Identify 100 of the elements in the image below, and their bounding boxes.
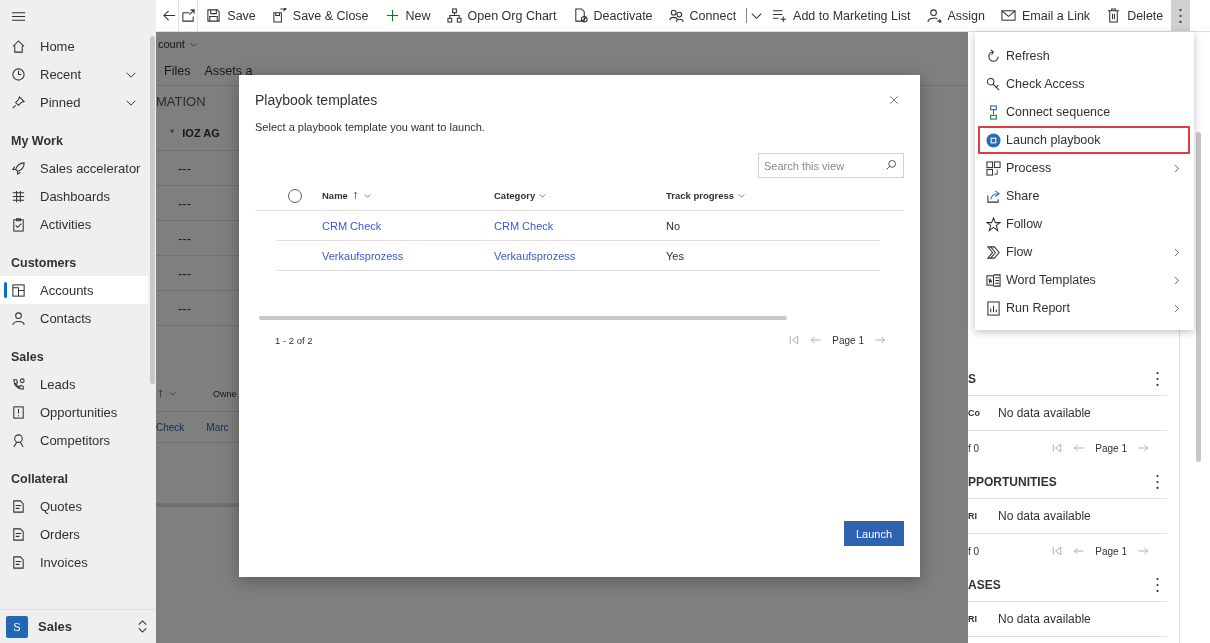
field-value: ---: [178, 230, 191, 246]
more-button[interactable]: [1171, 0, 1190, 31]
next-page-icon[interactable]: [874, 334, 886, 346]
column-header: RI: [968, 511, 978, 521]
clipboard-icon: [11, 216, 26, 232]
required-mark: *: [170, 127, 175, 139]
table-cell-link[interactable]: Verkaufsprozess: [322, 249, 494, 262]
sidebar-item[interactable]: Opportunities: [0, 398, 148, 426]
dialog-subtitle: Select a playbook template you want to launch.: [255, 121, 486, 133]
sidebar-group-title: Sales: [10, 349, 45, 366]
table-cell-link[interactable]: Marc: [206, 421, 229, 433]
menu-item[interactable]: Process: [978, 154, 1190, 182]
command-button[interactable]: Assign: [918, 0, 994, 31]
chevron-down-icon: [168, 389, 177, 398]
form-tab[interactable]: Assets a: [204, 63, 253, 78]
first-page-icon[interactable]: [788, 334, 801, 346]
document-icon: [11, 526, 26, 542]
command-button[interactable]: Add to Marketing List: [764, 0, 919, 31]
sidebar-item[interactable]: Leads: [0, 370, 148, 398]
column-header[interactable]: Track progress: [666, 190, 838, 201]
sidebar-item[interactable]: Orders: [0, 520, 148, 548]
table-cell-link[interactable]: CRM Check: [322, 219, 494, 232]
search-field[interactable]: Search this view: [758, 153, 904, 178]
menu-item[interactable]: Run Report: [978, 294, 1190, 322]
sidebar-item[interactable]: Recent: [0, 60, 148, 88]
table-cell-link[interactable]: CRM Check: [494, 219, 666, 232]
next-page-icon[interactable]: [1137, 545, 1149, 557]
menu-item[interactable]: Connect sequence: [978, 98, 1190, 126]
empty-message: No data available: [998, 509, 1091, 523]
form-tab[interactable]: Files: [164, 63, 191, 78]
dialog-title: Playbook templates: [255, 92, 378, 108]
area-label: Sales: [38, 619, 72, 634]
back-arrow-icon: [161, 8, 177, 23]
sidebar-item[interactable]: Quotes: [0, 492, 148, 520]
more-icon: [1155, 474, 1159, 489]
person-icon: [11, 432, 26, 448]
area-avatar: S: [6, 615, 28, 638]
popout-icon: [180, 8, 196, 23]
menu-item[interactable]: Follow: [978, 210, 1190, 238]
command-button[interactable]: Deactivate: [564, 0, 661, 31]
empty-message: No data available: [998, 406, 1091, 420]
first-page-icon[interactable]: [1051, 442, 1064, 454]
command-button[interactable]: Save: [198, 0, 264, 31]
menu-item[interactable]: Share: [978, 182, 1190, 210]
document-icon: [11, 498, 26, 514]
sidebar-item[interactable]: Sales accelerator: [0, 154, 148, 182]
chevron-down-icon: [538, 191, 548, 200]
previous-page-icon[interactable]: [1073, 442, 1086, 454]
trash-icon: [1106, 8, 1122, 23]
field-value: ---: [178, 300, 191, 316]
sort-arrow-icon: [156, 389, 165, 398]
next-page-icon[interactable]: [1137, 442, 1149, 454]
key-icon: [986, 76, 1001, 92]
section-title: ASES: [968, 577, 1001, 592]
table-cell-link[interactable]: Verkaufsprozess: [494, 249, 666, 262]
column-header[interactable]: Category: [494, 190, 666, 201]
menu-item[interactable]: Check Access: [978, 70, 1190, 98]
save-close-icon: [271, 8, 287, 23]
previous-page-icon[interactable]: [1073, 545, 1086, 557]
back-button[interactable]: [160, 0, 180, 31]
menu-item[interactable]: Launch playbook: [978, 126, 1190, 154]
sidebar-item[interactable]: Invoices: [0, 548, 148, 576]
sidebar-item[interactable]: Accounts: [0, 276, 148, 304]
sidebar-item[interactable]: Pinned: [0, 88, 148, 116]
star-icon: [986, 216, 1001, 232]
record-type-label: count: [158, 38, 185, 50]
command-button[interactable]: Save & Close: [263, 0, 377, 31]
previous-page-icon[interactable]: [810, 334, 823, 346]
popout-button[interactable]: [179, 0, 199, 31]
table-cell-text: No: [666, 219, 682, 232]
sidebar-item[interactable]: Competitors: [0, 426, 148, 454]
menu-item[interactable]: Word Templates: [978, 266, 1190, 294]
menu-item[interactable]: Refresh: [978, 42, 1190, 70]
search-icon: [885, 159, 897, 171]
phone-icon: [11, 376, 26, 392]
command-button[interactable]: Email a Link: [993, 0, 1099, 31]
sidebar-item[interactable]: Activities: [0, 210, 148, 238]
document-icon: [11, 404, 26, 420]
chevron-down-icon: [362, 191, 372, 200]
sidebar-item[interactable]: Contacts: [0, 304, 148, 332]
sidebar-item[interactable]: Home: [0, 32, 148, 60]
more-icon: [1179, 8, 1183, 23]
command-button[interactable]: Delete: [1098, 0, 1172, 31]
command-button[interactable]: Connect: [660, 0, 745, 31]
menu-item[interactable]: Flow: [978, 238, 1190, 266]
person-icon: [11, 310, 26, 326]
record-count: f 0: [968, 442, 980, 454]
empty-message: No data available: [998, 612, 1091, 626]
column-header[interactable]: Name: [322, 190, 494, 201]
chevron-down-icon: [737, 191, 747, 200]
sidebar-item[interactable]: Dashboards: [0, 182, 148, 210]
command-button[interactable]: Open Org Chart: [438, 0, 565, 31]
word-template-icon: [986, 272, 1001, 288]
first-page-icon[interactable]: [1051, 545, 1064, 557]
launch-button[interactable]: Launch: [844, 521, 904, 546]
sidebar-group-title: Collateral: [10, 471, 69, 488]
command-button[interactable]: New: [376, 0, 439, 31]
table-cell-text: Yes: [666, 249, 685, 262]
table-cell-link[interactable]: Check: [156, 421, 185, 433]
person-arrow-icon: [926, 8, 942, 23]
